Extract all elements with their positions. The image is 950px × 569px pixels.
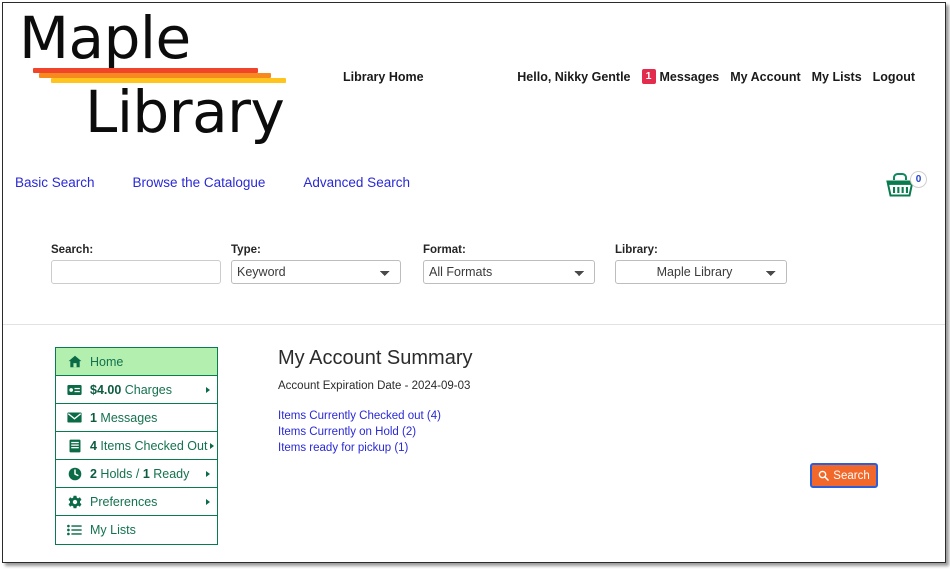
type-select[interactable]: Keyword xyxy=(231,260,401,284)
sidebar-item-holds[interactable]: 2 Holds / 1 Ready xyxy=(56,460,217,488)
charges-amount: $4.00 xyxy=(90,382,122,397)
nav-basic-search[interactable]: Basic Search xyxy=(15,175,95,190)
library-select-label: Library: xyxy=(615,244,658,256)
type-field-group: Type: Keyword xyxy=(231,244,401,284)
book-icon xyxy=(66,439,83,453)
sidebar-item-my-lists-label: My Lists xyxy=(90,523,136,537)
chevron-right-icon xyxy=(206,470,210,477)
search-field-group: Search: xyxy=(51,244,221,284)
logo-text-maple: Maple xyxy=(19,4,191,72)
account-expiration-text: Account Expiration Date - 2024-09-03 xyxy=(278,380,471,392)
chevron-right-icon xyxy=(206,386,210,393)
sidebar-item-items-checked-out[interactable]: 4 Items Checked Out xyxy=(56,432,217,460)
envelope-icon xyxy=(66,412,83,423)
search-button[interactable]: Search xyxy=(810,463,878,488)
sidebar-item-preferences-label: Preferences xyxy=(90,494,158,509)
gear-icon xyxy=(66,495,83,509)
sidebar-item-messages[interactable]: 1 Messages xyxy=(56,404,217,432)
chevron-right-icon xyxy=(210,442,214,449)
basket-widget[interactable]: 0 xyxy=(885,171,927,205)
format-select[interactable]: All Formats xyxy=(423,260,595,284)
sidebar-item-charges-label: $4.00 Charges xyxy=(90,382,173,397)
search-button-label: Search xyxy=(833,469,870,482)
messages-link[interactable]: 1 Messages xyxy=(641,69,720,84)
my-lists-link[interactable]: My Lists xyxy=(812,70,862,84)
site-masthead: Maple Library Library Home Hello, Nikky … xyxy=(3,3,945,163)
logo-text-library: Library xyxy=(85,78,285,146)
library-select[interactable]: Maple Library xyxy=(615,260,787,284)
checked-out-count: 4 xyxy=(90,438,97,453)
site-logo[interactable]: Maple Library xyxy=(11,5,311,153)
account-summary-panel: My Account Summary Account Expiration Da… xyxy=(278,347,878,458)
messages-sidebar-count: 1 xyxy=(90,410,97,425)
sidebar-item-checked-out-label: 4 Items Checked Out xyxy=(90,438,208,453)
catalogue-nav-links: Basic Search Browse the Catalogue Advanc… xyxy=(15,175,410,190)
library-field-group: Library: Maple Library xyxy=(615,244,787,284)
my-account-link[interactable]: My Account xyxy=(730,70,800,84)
account-sidebar-menu: Home $4.00 Charges 1 Messages 4 Items Ch… xyxy=(55,347,218,545)
holds-count: 2 xyxy=(90,466,97,481)
search-panel: Search: Type: Keyword Format: All Format… xyxy=(3,210,945,488)
nav-browse-catalogue[interactable]: Browse the Catalogue xyxy=(133,175,266,190)
user-greeting: Hello, Nikky Gentle xyxy=(517,69,631,84)
user-nav-bar: Hello, Nikky Gentle 1 Messages My Accoun… xyxy=(517,69,915,84)
search-input[interactable] xyxy=(51,260,221,284)
sidebar-item-home[interactable]: Home xyxy=(56,348,217,376)
money-bill-icon xyxy=(66,384,83,396)
sidebar-item-home-label: Home xyxy=(90,354,124,369)
basket-item-count: 0 xyxy=(910,171,927,188)
sidebar-item-holds-label: 2 Holds / 1 Ready xyxy=(90,466,190,481)
page-title: My Account Summary xyxy=(278,347,473,369)
holds-ready-count: 1 xyxy=(142,466,150,481)
sidebar-item-charges[interactable]: $4.00 Charges xyxy=(56,376,217,404)
link-items-checked-out[interactable]: Items Currently Checked out (4) xyxy=(278,410,878,422)
search-icon xyxy=(818,470,830,481)
browser-page: Maple Library Library Home Hello, Nikky … xyxy=(2,2,946,563)
logout-link[interactable]: Logout xyxy=(873,70,915,84)
link-items-ready-pickup[interactable]: Items ready for pickup (1) xyxy=(278,442,878,454)
home-icon xyxy=(66,355,83,368)
messages-link-label[interactable]: Messages xyxy=(660,70,720,84)
sidebar-item-messages-label: 1 Messages xyxy=(90,410,158,425)
type-select-label: Type: xyxy=(231,244,261,256)
account-content-area: Home $4.00 Charges 1 Messages 4 Items Ch… xyxy=(3,325,945,545)
sidebar-item-my-lists[interactable]: My Lists xyxy=(56,516,217,544)
messages-count-badge: 1 xyxy=(641,69,656,84)
sidebar-item-preferences[interactable]: Preferences xyxy=(56,488,217,516)
nav-advanced-search[interactable]: Advanced Search xyxy=(303,175,410,190)
clock-icon xyxy=(66,467,83,481)
search-input-label: Search: xyxy=(51,244,94,256)
link-items-on-hold[interactable]: Items Currently on Hold (2) xyxy=(278,426,878,438)
list-icon xyxy=(66,524,83,536)
format-field-group: Format: All Formats xyxy=(423,244,595,284)
library-home-link[interactable]: Library Home xyxy=(343,70,424,84)
chevron-right-icon xyxy=(206,498,210,505)
catalogue-nav-bar: Basic Search Browse the Catalogue Advanc… xyxy=(3,163,945,210)
format-select-label: Format: xyxy=(423,244,466,256)
